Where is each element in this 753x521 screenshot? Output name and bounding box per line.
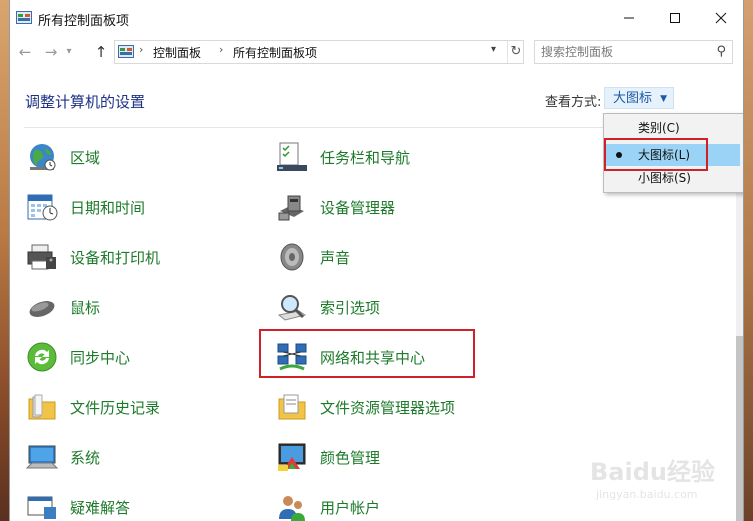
back-button[interactable]: ←: [14, 42, 36, 62]
item-devices-printers[interactable]: 设备和打印机: [26, 237, 160, 277]
breadcrumb-all-items[interactable]: 所有控制面板项: [233, 44, 317, 61]
desktop-background-right: [743, 0, 753, 521]
troubleshoot-icon: [27, 496, 56, 519]
item-indexing-options[interactable]: 索引选项: [276, 287, 380, 327]
watermark-brand: Baidu经验: [590, 458, 715, 486]
menu-item-label: 类别(C): [638, 121, 680, 135]
item-label: 用户帐户: [320, 498, 381, 517]
breadcrumb-control-panel[interactable]: 控制面板: [153, 44, 201, 61]
item-label: 区域: [70, 148, 101, 167]
item-label: 设备管理器: [320, 198, 396, 217]
region-globe-icon: [30, 144, 56, 171]
up-button[interactable]: ↑: [90, 42, 112, 62]
item-troubleshooting[interactable]: 疑难解答: [26, 487, 130, 521]
scrollbar-thumb[interactable]: [736, 336, 743, 521]
view-by-label: 查看方式:: [545, 95, 602, 110]
page-title: 调整计算机的设置: [25, 93, 146, 111]
minimize-icon: [624, 17, 634, 19]
annotation-highlight-large-icons: [604, 138, 708, 171]
color-management-icon: [278, 443, 306, 471]
item-taskbar-navigation[interactable]: 任务栏和导航: [276, 137, 410, 177]
search-box[interactable]: ⚲: [534, 40, 733, 64]
recent-locations-button[interactable]: ▾: [62, 42, 76, 62]
mouse-icon: [29, 301, 55, 317]
item-sync-center[interactable]: 同步中心: [26, 337, 130, 377]
control-panel-icon: [118, 45, 134, 58]
item-label: 设备和打印机: [70, 248, 161, 267]
taskbar-icon: [277, 142, 307, 171]
maximize-icon: [670, 13, 680, 23]
window-title: 所有控制面板项: [38, 14, 130, 29]
desktop-background-left: [0, 0, 10, 521]
item-region[interactable]: 区域: [26, 137, 100, 177]
refresh-icon: ↻: [510, 44, 522, 59]
speaker-icon: [280, 243, 304, 271]
item-sound[interactable]: 声音: [276, 237, 350, 277]
item-label: 鼠标: [70, 298, 101, 317]
item-label: 索引选项: [320, 298, 381, 317]
forward-button[interactable]: →: [40, 42, 62, 62]
item-user-accounts[interactable]: 用户帐户: [276, 487, 380, 521]
minimize-button[interactable]: [606, 0, 652, 36]
item-label: 文件历史记录: [70, 398, 161, 417]
item-device-manager[interactable]: 设备管理器: [276, 187, 395, 227]
arrow-up-icon: ↑: [94, 43, 108, 61]
item-label: 任务栏和导航: [320, 148, 411, 167]
address-bar[interactable]: › 控制面板 › 所有控制面板项 ▾ ↻: [114, 40, 524, 64]
arrow-left-icon: ←: [18, 43, 32, 61]
close-button[interactable]: [698, 0, 743, 36]
item-color-management[interactable]: 颜色管理: [276, 437, 380, 477]
calendar-clock-icon: [27, 194, 58, 221]
device-manager-icon: [278, 195, 304, 221]
sync-icon: [27, 342, 57, 372]
watermark: Baidu经验 jingyan.baidu.com: [590, 452, 730, 510]
annotation-highlight-network: [259, 329, 475, 378]
item-label: 疑难解答: [70, 498, 131, 517]
maximize-button[interactable]: [652, 0, 698, 36]
view-by-value: 大图标: [613, 91, 653, 106]
item-date-time[interactable]: 日期和时间: [26, 187, 145, 227]
menu-item-label: 小图标(S): [638, 171, 691, 185]
watermark-url: jingyan.baidu.com: [596, 488, 698, 501]
title-bar[interactable]: 所有控制面板项: [10, 0, 743, 36]
item-label: 系统: [70, 448, 101, 467]
folder-history-icon: [28, 394, 56, 420]
item-label: 同步中心: [70, 348, 131, 367]
item-file-history[interactable]: 文件历史记录: [26, 387, 160, 427]
search-icon[interactable]: ⚲: [716, 44, 726, 59]
printer-icon: [27, 244, 56, 270]
address-dropdown-icon[interactable]: ▾: [491, 44, 496, 55]
item-system[interactable]: 系统: [26, 437, 100, 477]
folder-options-icon: [278, 394, 306, 420]
menu-item-category[interactable]: 类别(C): [606, 117, 740, 139]
item-file-explorer-options[interactable]: 文件资源管理器选项: [276, 387, 455, 427]
item-label: 声音: [320, 248, 351, 267]
view-by-dropdown[interactable]: 大图标 ▼: [604, 87, 674, 109]
breadcrumb-separator-icon[interactable]: ›: [139, 43, 143, 56]
control-panel-icon: [16, 11, 32, 24]
close-icon: [715, 12, 727, 24]
item-label: 日期和时间: [70, 198, 146, 217]
magnifier-icon: [277, 295, 307, 321]
caret-down-icon: ▼: [660, 94, 667, 104]
computer-icon: [26, 445, 58, 469]
chevron-down-icon: ▾: [66, 46, 72, 57]
user-accounts-icon: [279, 496, 305, 521]
arrow-right-icon: →: [44, 43, 58, 61]
item-label: 文件资源管理器选项: [320, 398, 456, 417]
navigation-bar: ← → ▾ ↑ › 控制面板 › 所有控制面板项 ▾ ↻ ⚲: [10, 36, 743, 68]
refresh-button[interactable]: ↻: [507, 41, 524, 63]
control-panel-window: 所有控制面板项 ← → ▾ ↑ › 控制面板 › 所有控制面板项 ▾ ↻ 搜索控…: [10, 0, 743, 521]
item-mouse[interactable]: 鼠标: [26, 287, 100, 327]
item-label: 颜色管理: [320, 448, 381, 467]
breadcrumb-separator-icon[interactable]: ›: [219, 43, 223, 56]
search-input[interactable]: [541, 44, 701, 60]
